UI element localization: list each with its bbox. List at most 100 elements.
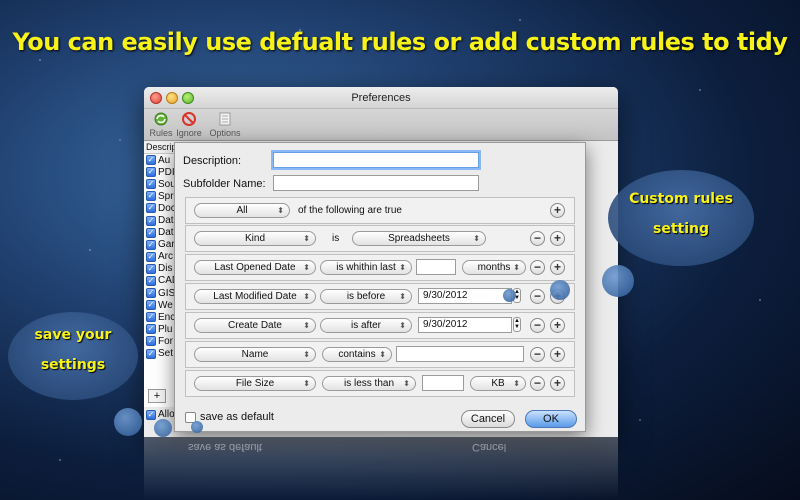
list-item-label: For [158, 335, 173, 347]
field-popup[interactable]: Last Modified Date [194, 289, 316, 304]
remove-condition-button[interactable]: − [530, 231, 545, 246]
add-condition-button[interactable]: + [550, 260, 565, 275]
toolbar-ignore-button[interactable]: Ignore [172, 111, 206, 138]
checkbox-checked[interactable]: ✓ [146, 288, 156, 299]
checkbox-checked[interactable]: ✓ [146, 409, 156, 420]
save-callout-line2: settings [40, 357, 106, 373]
options-icon [219, 112, 231, 126]
list-item-label: Au [158, 154, 171, 166]
checkbox-checked[interactable]: ✓ [146, 227, 156, 238]
field-popup[interactable]: Create Date [194, 318, 316, 333]
subfolder-label: Subfolder Name: [183, 178, 266, 190]
condition-row: Create Date is after 9/30/2012 ▲▼ − + [185, 312, 575, 339]
add-condition-button[interactable]: + [550, 203, 565, 218]
ignore-icon [182, 112, 196, 126]
rule-editor-sheet: Description: Subfolder Name: All of the … [174, 142, 586, 432]
save-callout-line1: save your [34, 327, 112, 343]
window-titlebar: Preferences [144, 87, 618, 109]
window-reflection: save as default Cancel [144, 437, 618, 500]
field-popup[interactable]: Last Opened Date [194, 260, 316, 275]
list-item-label: PDI [158, 166, 175, 178]
field-popup[interactable]: File Size [194, 376, 316, 391]
condition-row: Last Opened Date is whithin last months … [185, 254, 575, 281]
condition-row: Kind is Spreadsheets − + [185, 225, 575, 252]
field-popup[interactable]: Kind [194, 231, 316, 246]
toolbar-options-button[interactable]: Options [206, 111, 244, 138]
checkbox-checked[interactable]: ✓ [146, 251, 156, 262]
list-item-label: Dat [158, 215, 174, 227]
condition-row: File Size is less than KB − + [185, 370, 575, 397]
checkbox-checked[interactable]: ✓ [146, 215, 156, 226]
checkbox-checked[interactable]: ✓ [146, 324, 156, 335]
condition-row: Last Modified Date is before 9/30/2012 ▲… [185, 283, 575, 310]
checkbox-checked[interactable]: ✓ [146, 275, 156, 286]
cancel-button[interactable]: Cancel [461, 410, 515, 428]
match-suffix-label: of the following are true [298, 205, 402, 216]
save-as-default-label: save as default [200, 411, 274, 423]
operator-popup[interactable]: is whithin last [320, 260, 412, 275]
add-condition-button[interactable]: + [550, 347, 565, 362]
operator-popup[interactable]: contains [322, 347, 392, 362]
remove-condition-button[interactable]: − [530, 347, 545, 362]
checkbox-checked[interactable]: ✓ [146, 300, 156, 311]
toolbar-ignore-label: Ignore [176, 128, 202, 138]
ok-button[interactable]: OK [525, 410, 577, 428]
checkbox-checked[interactable]: ✓ [146, 312, 156, 323]
condition-row: Name contains − + [185, 341, 575, 368]
subfolder-field[interactable] [273, 175, 479, 191]
date-stepper[interactable]: ▲ ▼ [513, 317, 521, 332]
list-item-label: Set [158, 348, 174, 360]
remove-condition-button[interactable]: − [530, 260, 545, 275]
unit-popup[interactable]: months [462, 260, 526, 275]
remove-condition-button[interactable]: − [530, 376, 545, 391]
operator-popup[interactable]: is before [320, 289, 412, 304]
checkbox-checked[interactable]: ✓ [146, 179, 156, 190]
zoom-window-button[interactable] [182, 92, 194, 104]
list-item-label: Plu [158, 323, 173, 335]
value-field[interactable] [422, 375, 464, 391]
operator-popup[interactable]: is after [320, 318, 412, 333]
checkbox-checked[interactable]: ✓ [146, 336, 156, 347]
checkbox-checked[interactable]: ✓ [146, 263, 156, 274]
checkbox-checked[interactable]: ✓ [146, 167, 156, 178]
minimize-window-button[interactable] [166, 92, 178, 104]
list-item-label: Dat [158, 227, 174, 239]
date-field[interactable]: 9/30/2012 [418, 317, 512, 333]
callout-dot [602, 265, 634, 297]
rules-icon [154, 112, 168, 126]
value-field[interactable] [416, 259, 456, 275]
toolbar-rules-label: Rules [149, 128, 173, 138]
callout-dot [550, 280, 570, 300]
field-popup[interactable]: Name [194, 347, 316, 362]
unit-popup[interactable]: KB [470, 376, 526, 391]
add-rule-button[interactable]: + [148, 389, 166, 403]
value-field[interactable] [396, 346, 524, 362]
reflection-save-text: save as default [188, 441, 262, 453]
value-popup[interactable]: Spreadsheets [352, 231, 486, 246]
add-condition-button[interactable]: + [550, 231, 565, 246]
add-condition-button[interactable]: + [550, 376, 565, 391]
checkbox-checked[interactable]: ✓ [146, 348, 156, 359]
add-condition-button[interactable]: + [550, 318, 565, 333]
checkbox-checked[interactable]: ✓ [146, 239, 156, 250]
checkbox-checked[interactable]: ✓ [146, 191, 156, 202]
description-label: Description: [183, 155, 242, 167]
callout-dot [503, 289, 516, 302]
date-field[interactable]: 9/30/2012 [418, 288, 512, 304]
checkbox-checked[interactable]: ✓ [146, 155, 156, 166]
close-window-button[interactable] [150, 92, 162, 104]
promo-headline: You can easily use defualt rules or add … [12, 28, 788, 56]
remove-condition-button[interactable]: − [530, 318, 545, 333]
description-field[interactable] [273, 152, 479, 168]
remove-condition-button[interactable]: − [530, 289, 545, 304]
window-title: Preferences [351, 92, 411, 104]
match-popup[interactable]: All [194, 203, 290, 218]
list-item-label: We [158, 299, 173, 311]
list-item-label: Arc [158, 251, 173, 263]
checkbox-checked[interactable]: ✓ [146, 203, 156, 214]
custom-callout-line1: Custom rules [629, 191, 733, 207]
operator-popup[interactable]: is less than [322, 376, 416, 391]
list-item-label: Dis [158, 263, 173, 275]
preferences-toolbar: Rules Ignore Options [144, 109, 618, 141]
list-item-label: Gar [158, 239, 175, 251]
